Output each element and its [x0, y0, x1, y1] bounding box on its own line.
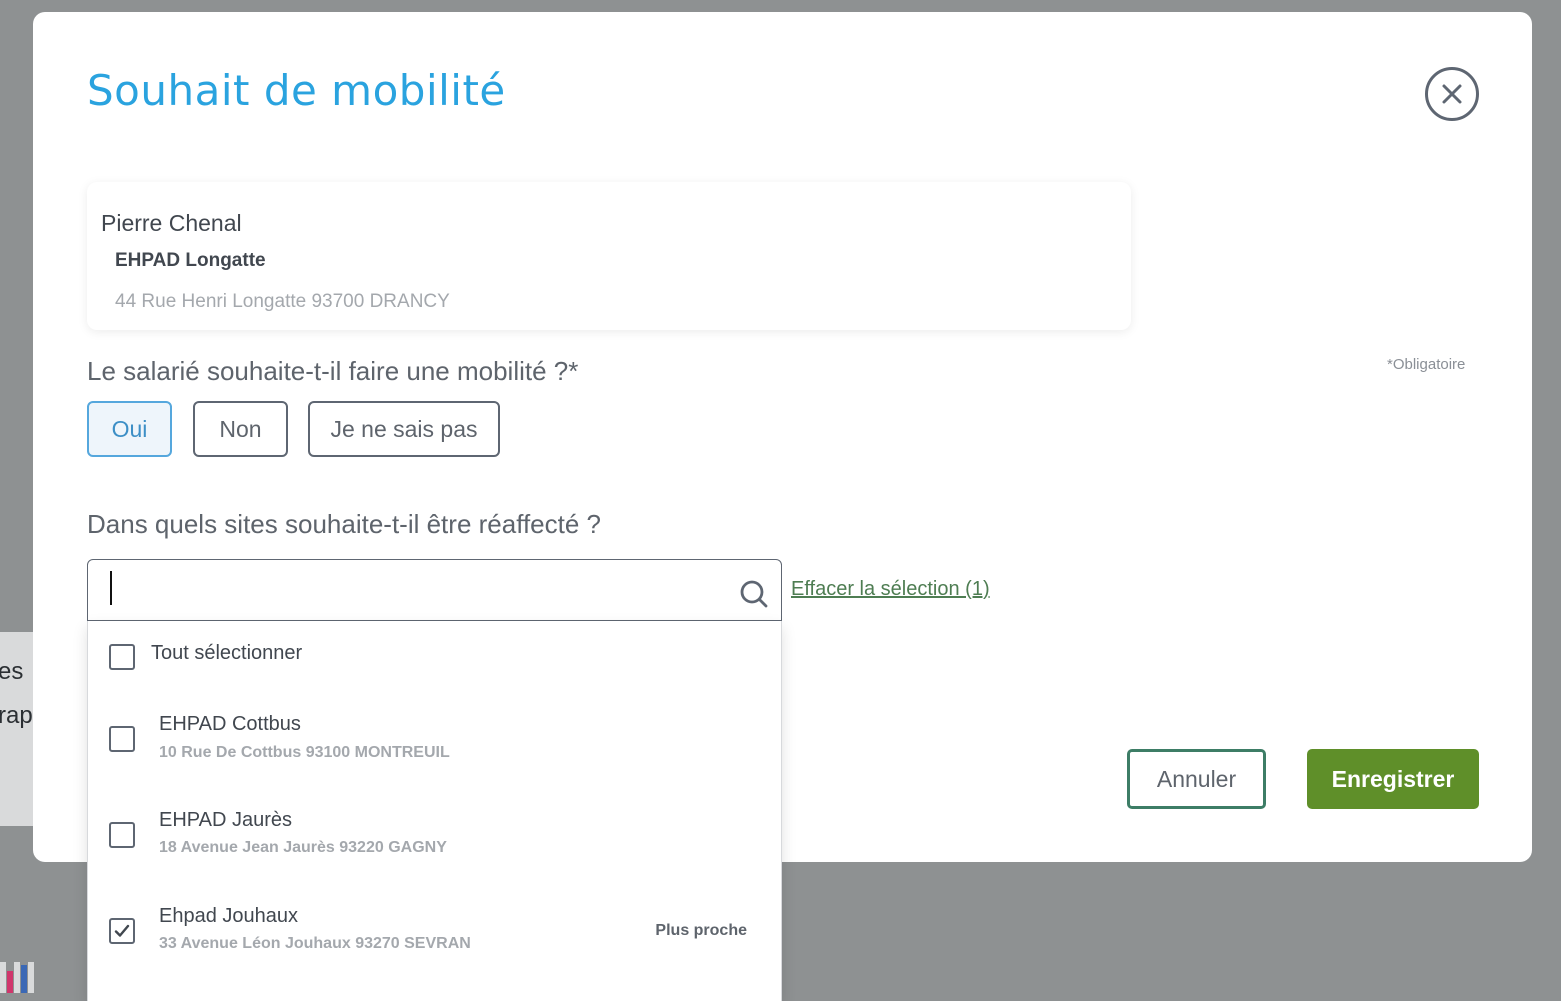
- site-option-address: 33 Avenue Léon Jouhaux 93270 SEVRAN: [159, 935, 471, 952]
- required-note: *Obligatoire: [1387, 356, 1466, 373]
- site-dropdown-list[interactable]: Tout sélectionner EHPAD Cottbus 10 Rue D…: [87, 621, 782, 1001]
- nearest-badge: Plus proche: [655, 922, 747, 939]
- site-option-name: Ehpad Jouhaux: [159, 905, 299, 927]
- site-option-name: EHPAD Cottbus: [159, 713, 301, 735]
- site-option[interactable]: EHPAD Cottbus 10 Rue De Cottbus 93100 MO…: [88, 703, 781, 793]
- site-search-input[interactable]: [110, 568, 714, 612]
- background-bar: [14, 962, 20, 993]
- choice-non-button[interactable]: Non: [193, 401, 288, 457]
- cancel-button[interactable]: Annuler: [1127, 749, 1266, 809]
- mobility-question: Le salarié souhaite-t-il faire une mobil…: [87, 356, 579, 386]
- employee-name: Pierre Chenal: [101, 210, 242, 236]
- background-bar: [7, 971, 13, 993]
- background-bar: [21, 965, 27, 993]
- background-bar: [28, 962, 34, 993]
- choice-unknown-button[interactable]: Je ne sais pas: [308, 401, 500, 457]
- background-bar: [0, 962, 6, 993]
- site-search-box[interactable]: [87, 559, 782, 621]
- site-option[interactable]: Ehpad Jouhaux 33 Avenue Léon Jouhaux 932…: [88, 894, 781, 984]
- dialog-title: Souhait de mobilité: [87, 66, 506, 115]
- select-all-option[interactable]: Tout sélectionner: [88, 621, 781, 687]
- site-option-checkbox[interactable]: [109, 726, 135, 752]
- background-text-1: es: [0, 658, 24, 685]
- checkmark-icon: [114, 924, 130, 937]
- site-option-name: EHPAD Jaurès: [159, 809, 293, 831]
- select-all-checkbox[interactable]: [109, 644, 135, 670]
- employee-address: 44 Rue Henri Longatte 93700 DRANCY: [115, 291, 450, 312]
- close-icon: [1442, 84, 1462, 104]
- site-option[interactable]: EHPAD Jaurès 18 Avenue Jean Jaurès 93220…: [88, 799, 781, 889]
- clear-selection-link[interactable]: Effacer la sélection (1): [791, 578, 990, 601]
- search-icon[interactable]: [739, 579, 769, 609]
- site-option-address: 18 Avenue Jean Jaurès 93220 GAGNY: [159, 839, 447, 856]
- site-option-address: 10 Rue De Cottbus 93100 MONTREUIL: [159, 744, 450, 761]
- close-button[interactable]: [1425, 67, 1479, 121]
- employee-site: EHPAD Longatte: [115, 250, 266, 271]
- sites-question: Dans quels sites souhaite-t-il être réaf…: [87, 509, 602, 539]
- site-option-checkbox[interactable]: [109, 822, 135, 848]
- choice-oui-button[interactable]: Oui: [87, 401, 172, 457]
- employee-card: Pierre Chenal EHPAD Longatte 44 Rue Henr…: [87, 182, 1131, 330]
- site-option-checkbox[interactable]: [109, 918, 135, 944]
- background-text-2: rap: [0, 702, 33, 729]
- save-button[interactable]: Enregistrer: [1307, 749, 1479, 809]
- background-chart-fragment: [0, 962, 34, 993]
- select-all-label: Tout sélectionner: [151, 642, 303, 664]
